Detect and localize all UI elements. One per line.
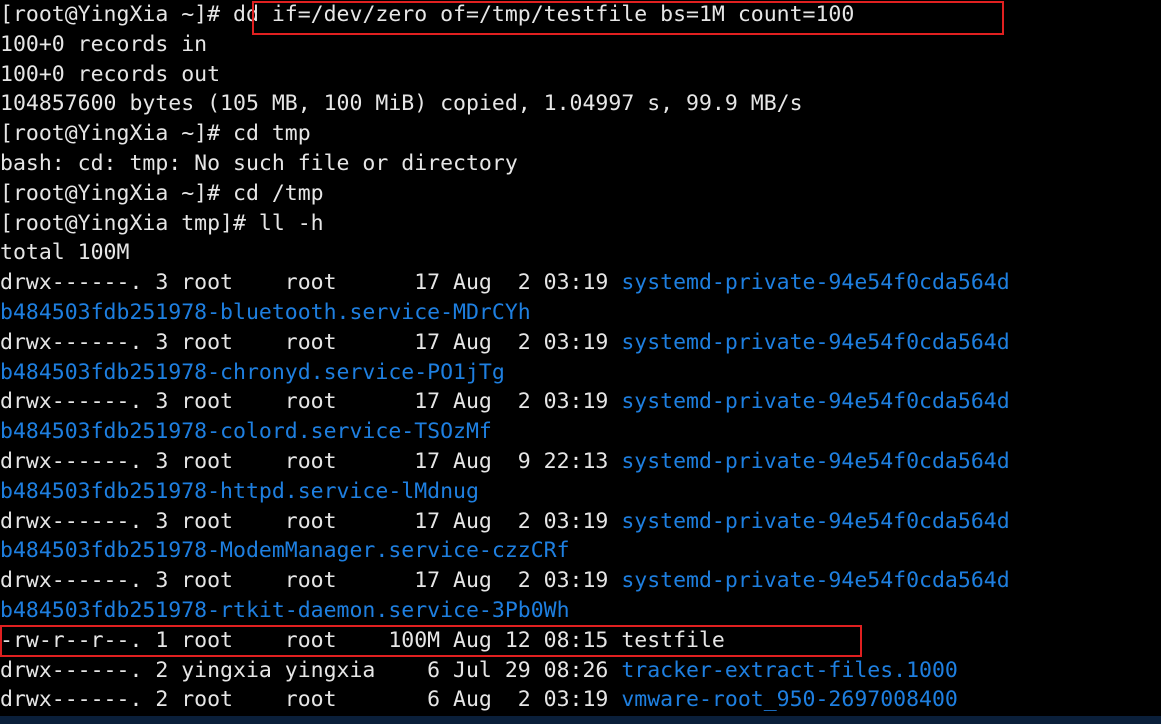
directory-name: systemd-private-94e54f0cda564d	[621, 508, 1010, 534]
terminal-text: [root@YingXia ~]#	[0, 2, 233, 27]
terminal-text: drwx------. 3 root root 17 Aug 9 22:13	[0, 448, 622, 474]
bottom-bar	[0, 716, 1161, 724]
terminal-text: drwx------. 2 yingxia yingxia 6 Jul 29 0…	[0, 657, 622, 683]
terminal-line: 104857600 bytes (105 MB, 100 MiB) copied…	[0, 89, 1010, 119]
terminal-text: dd if=/dev/zero of=/tmp/testfile bs=1M c…	[233, 2, 855, 27]
directory-name: b484503fdb251978-httpd.service-lMdnug	[0, 478, 479, 504]
terminal-text: 100+0 records out	[0, 61, 221, 87]
terminal-line: 100+0 records out	[0, 60, 1010, 90]
directory-name: b484503fdb251978-ModemManager.service-cz…	[0, 538, 570, 564]
terminal-text: [root@YingXia ~]# cd /tmp	[0, 180, 324, 206]
terminal-output: [root@YingXia ~]# dd if=/dev/zero of=/tm…	[0, 0, 1010, 715]
terminal-window[interactable]: [root@YingXia ~]# dd if=/dev/zero of=/tm…	[0, 0, 1161, 724]
directory-name: b484503fdb251978-rtkit-daemon.service-3P…	[0, 597, 570, 623]
terminal-line: drwx------. 3 root root 17 Aug 2 03:19 s…	[0, 507, 1010, 537]
terminal-text: [root@YingXia ~]# cd tmp	[0, 121, 311, 147]
terminal-line: [root@YingXia ~]# dd if=/dev/zero of=/tm…	[0, 0, 1010, 30]
terminal-line: b484503fdb251978-rtkit-daemon.service-3P…	[0, 596, 1010, 626]
directory-name: vmware-root_950-2697008400	[621, 687, 958, 713]
terminal-line: drwx------. 3 root root 17 Aug 2 03:19 s…	[0, 566, 1010, 596]
directory-name: systemd-private-94e54f0cda564d	[621, 448, 1010, 474]
directory-name: systemd-private-94e54f0cda564d	[621, 568, 1010, 594]
terminal-line: drwx------. 2 root root 6 Aug 2 03:19 vm…	[0, 685, 1010, 715]
directory-name: b484503fdb251978-chronyd.service-PO1jTg	[0, 359, 505, 385]
terminal-text: total 100M	[0, 240, 130, 266]
terminal-line: b484503fdb251978-httpd.service-lMdnug	[0, 477, 1010, 507]
terminal-text: 104857600 bytes (105 MB, 100 MiB) copied…	[0, 91, 803, 117]
terminal-text: drwx------. 3 root root 17 Aug 2 03:19	[0, 508, 622, 534]
terminal-text: drwx------. 3 root root 17 Aug 2 03:19	[0, 329, 622, 355]
directory-name: b484503fdb251978-colord.service-TSOzMf	[0, 419, 492, 445]
directory-name: systemd-private-94e54f0cda564d	[621, 329, 1010, 355]
terminal-text: -rw-r--r--. 1 root root 100M Aug 12 08:1…	[0, 627, 725, 653]
terminal-line: total 100M	[0, 238, 1010, 268]
terminal-line: drwx------. 3 root root 17 Aug 9 22:13 s…	[0, 447, 1010, 477]
terminal-text: drwx------. 3 root root 17 Aug 2 03:19	[0, 270, 622, 296]
terminal-text: drwx------. 2 root root 6 Aug 2 03:19	[0, 687, 622, 713]
terminal-line: -rw-r--r--. 1 root root 100M Aug 12 08:1…	[0, 626, 1010, 656]
directory-name: systemd-private-94e54f0cda564d	[621, 270, 1010, 296]
terminal-text: 100+0 records in	[0, 31, 208, 57]
directory-name: tracker-extract-files.1000	[621, 657, 958, 683]
terminal-line: [root@YingXia tmp]# ll -h	[0, 209, 1010, 239]
directory-name: systemd-private-94e54f0cda564d	[621, 389, 1010, 415]
terminal-line: drwx------. 3 root root 17 Aug 2 03:19 s…	[0, 268, 1010, 298]
terminal-text: [root@YingXia tmp]# ll -h	[0, 210, 324, 236]
directory-name: b484503fdb251978-bluetooth.service-MDrCY…	[0, 299, 531, 325]
terminal-line: bash: cd: tmp: No such file or directory	[0, 149, 1010, 179]
terminal-line: drwx------. 3 root root 17 Aug 2 03:19 s…	[0, 328, 1010, 358]
terminal-text: drwx------. 3 root root 17 Aug 2 03:19	[0, 389, 622, 415]
terminal-line: 100+0 records in	[0, 30, 1010, 60]
terminal-line: [root@YingXia ~]# cd tmp	[0, 119, 1010, 149]
terminal-text: bash: cd: tmp: No such file or directory	[0, 150, 518, 176]
terminal-line: [root@YingXia ~]# cd /tmp	[0, 179, 1010, 209]
terminal-line: drwx------. 2 yingxia yingxia 6 Jul 29 0…	[0, 656, 1010, 686]
terminal-line: b484503fdb251978-colord.service-TSOzMf	[0, 417, 1010, 447]
terminal-line: b484503fdb251978-chronyd.service-PO1jTg	[0, 358, 1010, 388]
terminal-text: drwx------. 3 root root 17 Aug 2 03:19	[0, 568, 622, 594]
terminal-line: b484503fdb251978-bluetooth.service-MDrCY…	[0, 298, 1010, 328]
terminal-line: drwx------. 3 root root 17 Aug 2 03:19 s…	[0, 387, 1010, 417]
terminal-line: b484503fdb251978-ModemManager.service-cz…	[0, 536, 1010, 566]
